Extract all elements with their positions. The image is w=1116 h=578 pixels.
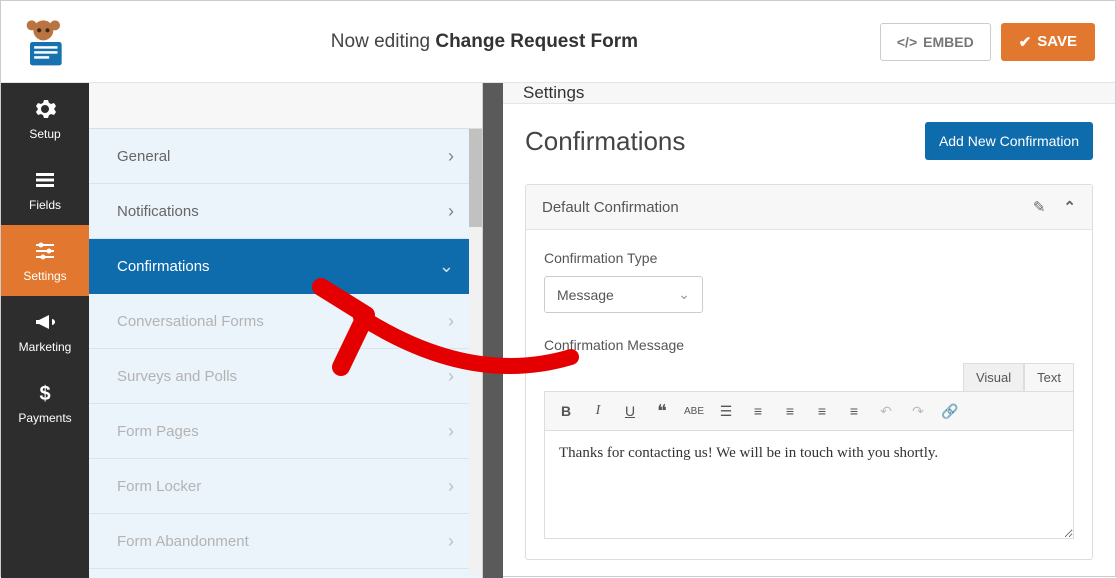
- chevron-down-icon: ⌄: [678, 286, 690, 303]
- sidenav-item-settings[interactable]: Settings: [1, 225, 89, 296]
- save-button[interactable]: ✔ SAVE: [1001, 23, 1095, 61]
- confirmation-title: Default Confirmation: [542, 199, 679, 216]
- dollar-icon: $: [33, 381, 57, 405]
- scrollbar[interactable]: ▴: [469, 129, 482, 574]
- main-header: Settings: [503, 83, 1115, 104]
- sidenav-item-label: Settings: [23, 269, 66, 283]
- sidenav-item-label: Fields: [29, 198, 61, 212]
- subpanel-item-label: Form Abandonment: [117, 533, 249, 550]
- section-title: Confirmations: [525, 126, 685, 157]
- sliders-icon: [33, 239, 57, 263]
- subpanel-item-label: Surveys and Polls: [117, 368, 237, 385]
- align-left-icon[interactable]: ≡: [777, 398, 803, 424]
- add-new-confirmation-button[interactable]: Add New Confirmation: [925, 122, 1093, 160]
- page-title: Now editing Change Request Form: [89, 31, 880, 53]
- subpanel-item-form-locker[interactable]: Form Locker ›: [89, 459, 482, 514]
- sidenav-item-setup[interactable]: Setup: [1, 83, 89, 154]
- strikethrough-icon[interactable]: ABE: [681, 398, 707, 424]
- chevron-right-icon: ›: [448, 366, 454, 387]
- subpanel-item-notifications[interactable]: Notifications ›: [89, 184, 482, 239]
- blockquote-icon[interactable]: ❝: [649, 398, 675, 424]
- editor-tab-text[interactable]: Text: [1024, 363, 1074, 391]
- edit-icon[interactable]: ✎: [1033, 198, 1046, 216]
- confirmation-message-editor[interactable]: Thanks for contacting us! We will be in …: [544, 431, 1074, 539]
- subpanel-item-label: Confirmations: [117, 258, 210, 275]
- subpanel-item-conversational-forms[interactable]: Conversational Forms ›: [89, 294, 482, 349]
- chevron-right-icon: ›: [448, 201, 454, 222]
- bold-icon[interactable]: B: [553, 398, 579, 424]
- bulleted-list-icon[interactable]: ☰: [713, 398, 739, 424]
- undo-icon[interactable]: ↶: [873, 398, 899, 424]
- confirmation-message-label: Confirmation Message: [544, 337, 1074, 353]
- subpanel-item-surveys-polls[interactable]: Surveys and Polls ›: [89, 349, 482, 404]
- svg-text:$: $: [39, 383, 50, 405]
- sidenav-item-label: Setup: [29, 127, 60, 141]
- subpanel-item-label: Form Pages: [117, 423, 199, 440]
- confirmation-type-select[interactable]: Message ⌄: [544, 276, 703, 313]
- confirmation-card: Default Confirmation ✎ ⌃ Confirmation Ty…: [525, 184, 1093, 560]
- editor-tab-visual[interactable]: Visual: [963, 363, 1024, 391]
- italic-icon[interactable]: I: [585, 398, 611, 424]
- panel-divider: [483, 83, 503, 578]
- left-sidebar: Setup Fields Settings Marketing $ Paymen…: [1, 83, 89, 578]
- list-icon: [33, 168, 57, 192]
- sidenav-item-label: Payments: [18, 411, 71, 425]
- subpanel-item-general[interactable]: General ›: [89, 129, 482, 184]
- bullhorn-icon: [33, 310, 57, 334]
- chevron-right-icon: ›: [448, 146, 454, 167]
- subpanel-item-confirmations[interactable]: Confirmations ⌄: [89, 239, 482, 294]
- subpanel-item-label: Form Locker: [117, 478, 201, 495]
- code-icon: </>: [897, 34, 917, 50]
- editor-toolbar: B I U ❝ ABE ☰ ≡ ≡ ≡ ≡ ↶ ↷ 🔗: [544, 391, 1074, 431]
- link-icon[interactable]: 🔗: [937, 398, 963, 424]
- chevron-right-icon: ›: [448, 421, 454, 442]
- top-bar: Now editing Change Request Form </> EMBE…: [1, 1, 1115, 83]
- scrollbar-thumb[interactable]: [469, 129, 482, 227]
- sidenav-item-marketing[interactable]: Marketing: [1, 296, 89, 367]
- subpanel-item-label: Notifications: [117, 203, 199, 220]
- chevron-down-icon: ⌄: [439, 256, 454, 277]
- gear-icon: [33, 97, 57, 121]
- numbered-list-icon[interactable]: ≡: [745, 398, 771, 424]
- subpanel-item-form-abandonment[interactable]: Form Abandonment ›: [89, 514, 482, 569]
- subpanel-item-label: Conversational Forms: [117, 313, 264, 330]
- settings-subpanel: General › Notifications › Confirmations ⌄ C…: [89, 83, 483, 578]
- sidenav-item-payments[interactable]: $ Payments: [1, 367, 89, 438]
- embed-button[interactable]: </> EMBED: [880, 23, 991, 61]
- sidenav-item-fields[interactable]: Fields: [1, 154, 89, 225]
- underline-icon[interactable]: U: [617, 398, 643, 424]
- align-center-icon[interactable]: ≡: [809, 398, 835, 424]
- subpanel-item-label: General: [117, 148, 170, 165]
- redo-icon[interactable]: ↷: [905, 398, 931, 424]
- chevron-right-icon: ›: [448, 531, 454, 552]
- confirmation-type-label: Confirmation Type: [544, 250, 1074, 266]
- collapse-icon[interactable]: ⌃: [1063, 198, 1076, 216]
- checkmark-icon: ✔: [1019, 33, 1032, 51]
- wpforms-logo: [1, 17, 89, 67]
- subpanel-item-form-pages[interactable]: Form Pages ›: [89, 404, 482, 459]
- chevron-right-icon: ›: [448, 311, 454, 332]
- align-right-icon[interactable]: ≡: [841, 398, 867, 424]
- chevron-right-icon: ›: [448, 476, 454, 497]
- sidenav-item-label: Marketing: [19, 340, 72, 354]
